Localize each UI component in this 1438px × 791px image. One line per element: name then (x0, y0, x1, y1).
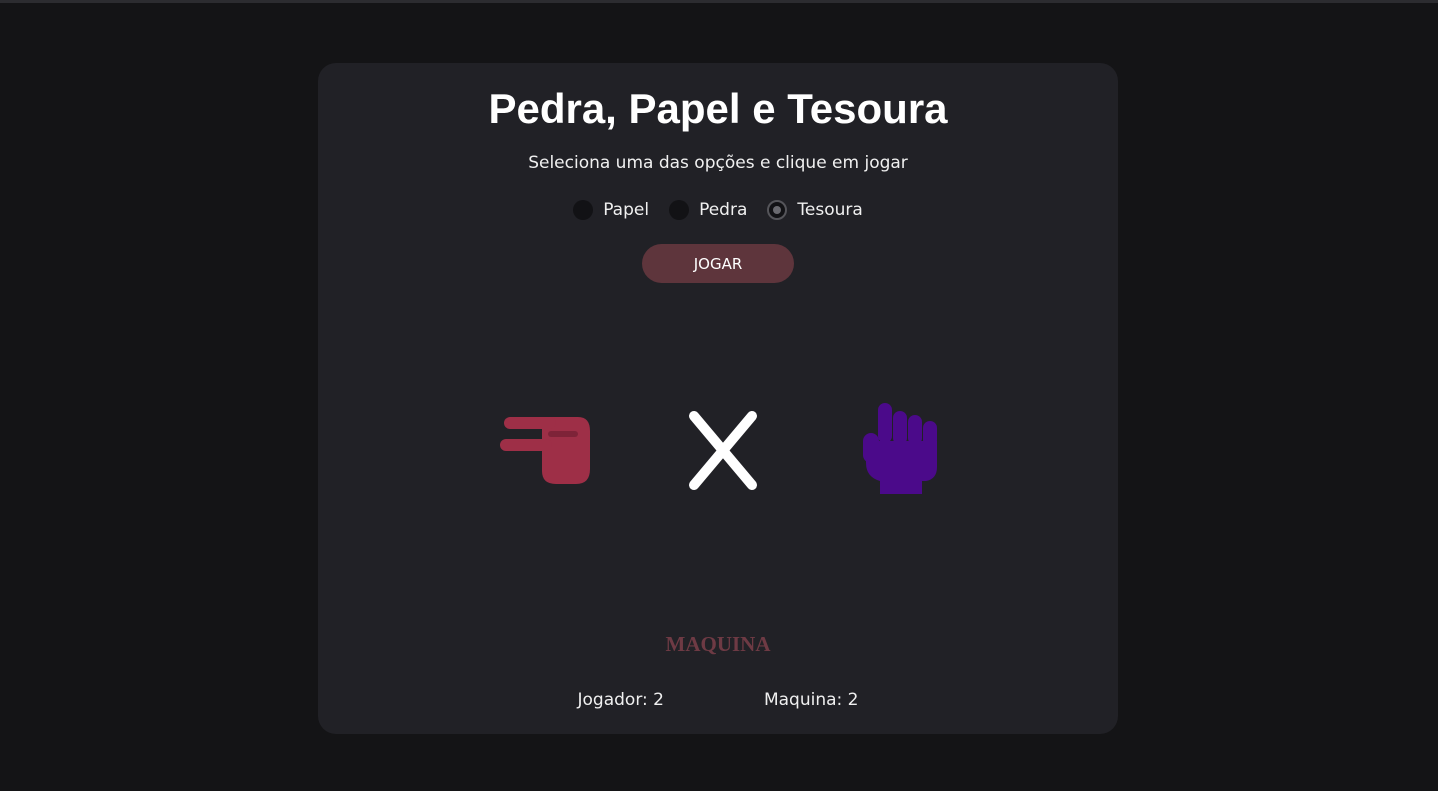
option-label-pedra: Pedra (699, 200, 748, 220)
player-score: Jogador: 2 (577, 690, 664, 710)
radio-papel[interactable] (573, 200, 594, 220)
choice-options: Papel Pedra Tesoura (318, 199, 1118, 221)
option-papel[interactable]: Papel (573, 199, 649, 221)
machine-score: Maquina: 2 (763, 690, 859, 710)
radio-tesoura[interactable] (767, 200, 788, 220)
page-title: Pedra, Papel e Tesoura (488, 85, 948, 132)
option-tesoura[interactable]: Tesoura (767, 199, 863, 221)
option-label-tesoura: Tesoura (797, 200, 863, 220)
game-card: Pedra, Papel e Tesoura Seleciona uma das… (318, 63, 1118, 734)
option-label-papel: Papel (603, 200, 650, 220)
scissors-hand-icon (500, 417, 590, 484)
scoreboard: Jogador: 2 Maquina: 2 (318, 689, 1118, 711)
rock-fist-icon (863, 403, 937, 494)
instructions-text: Seleciona uma das opções e clique em jog… (528, 153, 908, 173)
option-pedra[interactable]: Pedra (669, 199, 747, 221)
play-button[interactable]: JOGAR (642, 244, 794, 283)
radio-pedra[interactable] (669, 200, 690, 220)
radio-selected-dot (773, 206, 782, 214)
x-icon (689, 411, 757, 490)
browser-top-border (0, 0, 1438, 3)
result-text: MAQUINA (665, 632, 771, 656)
